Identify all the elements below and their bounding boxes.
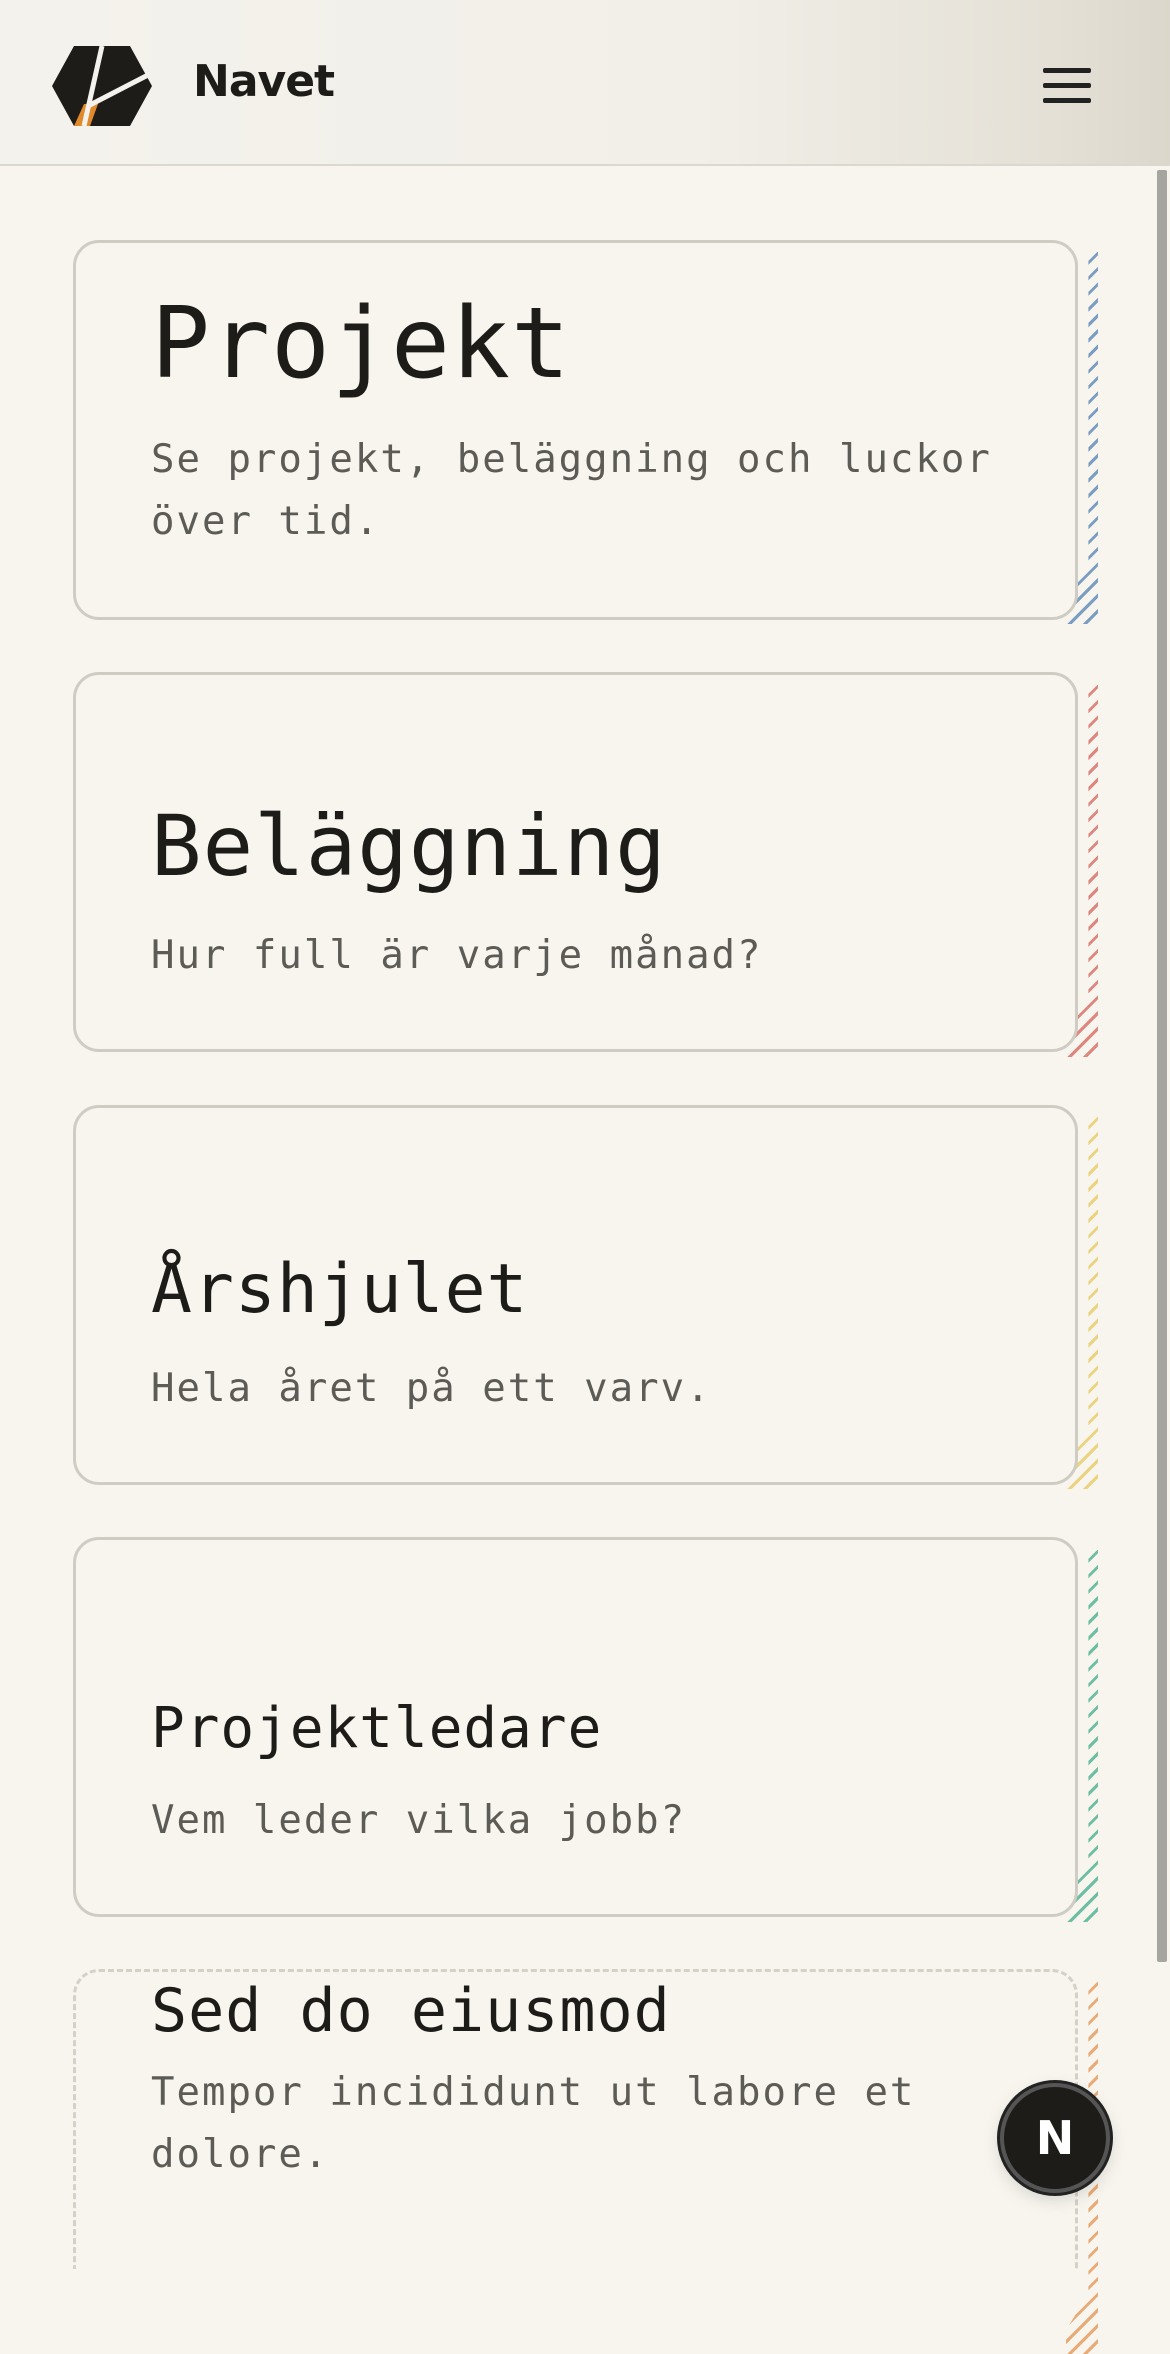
card-projekt[interactable]: Projekt Se projekt, beläggning och lucko… bbox=[73, 240, 1078, 620]
card-description: Tempor incididunt ut labore et dolore. bbox=[151, 2070, 916, 2177]
card-title: Beläggning bbox=[151, 797, 667, 895]
card-arshjulet[interactable]: Årshjulet Hela året på ett varv. bbox=[73, 1105, 1078, 1485]
card-description: Se projekt, beläggning och luckor över t… bbox=[151, 437, 992, 544]
card-title: Projekt bbox=[151, 287, 572, 401]
card-description: Hur full är varje månad? bbox=[151, 933, 763, 978]
card-sed-do-eiusmod[interactable]: Sed do eiusmod Tempor incididunt ut labo… bbox=[73, 1969, 1078, 2269]
brand-name[interactable]: Navet bbox=[193, 56, 335, 107]
card-description: Vem leder vilka jobb? bbox=[151, 1798, 687, 1843]
card-description: Hela året på ett varv. bbox=[151, 1366, 712, 1411]
card-title: Projektledare bbox=[151, 1696, 603, 1761]
hamburger-icon[interactable] bbox=[1038, 62, 1098, 110]
card-title: Sed do eiusmod bbox=[151, 1976, 671, 2046]
hexagon-logo-icon[interactable] bbox=[52, 44, 152, 128]
card-belaggning[interactable]: Beläggning Hur full är varje månad? bbox=[73, 672, 1078, 1052]
card-projektledare[interactable]: Projektledare Vem leder vilka jobb? bbox=[73, 1537, 1078, 1917]
n-avatar-button[interactable]: N bbox=[1000, 2083, 1110, 2193]
top-bar: Navet bbox=[0, 0, 1170, 166]
card-title: Årshjulet bbox=[151, 1250, 529, 1329]
scrollbar[interactable] bbox=[1157, 170, 1167, 1962]
